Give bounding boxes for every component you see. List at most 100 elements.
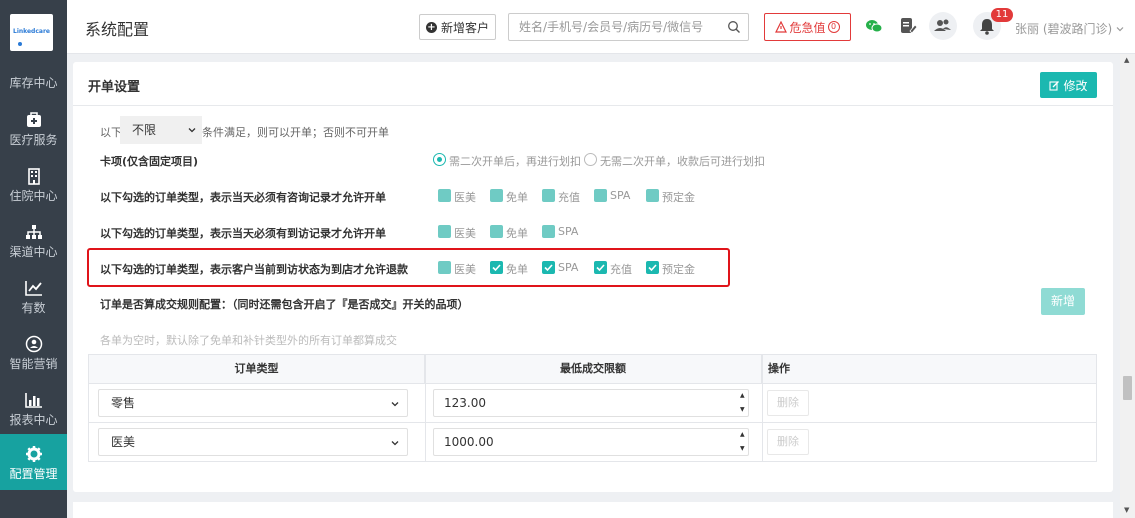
gear-icon xyxy=(25,446,42,462)
column-header-action: 操作 xyxy=(762,355,1096,383)
check-icon xyxy=(648,264,657,272)
spin-down-icon[interactable]: ▼ xyxy=(740,446,746,452)
checkbox-label: 医美 xyxy=(454,263,476,276)
critical-value-label: 危急值 xyxy=(789,20,826,35)
wechat-icon[interactable] xyxy=(862,14,886,38)
new-customer-button[interactable]: + 新增客户 xyxy=(419,14,496,40)
spin-up-icon[interactable]: ▲ xyxy=(740,393,746,399)
limit-suffix: 条件满足，则可以开单；否则不可开单 xyxy=(202,126,389,139)
checkbox-label: 预定金 xyxy=(662,263,695,276)
edit-label: 修改 xyxy=(1063,78,1088,93)
sidebar-item-inpatient[interactable]: 住院中心 xyxy=(0,160,67,216)
order-type-value: 医美 xyxy=(111,435,136,449)
chevron-down-icon xyxy=(188,128,196,133)
plus-icon: + xyxy=(425,21,437,33)
order-type-select[interactable]: 零售 xyxy=(98,389,408,417)
visit-checkbox-miandan[interactable] xyxy=(490,225,503,238)
logo[interactable]: Linkedcare xyxy=(10,14,53,51)
order-type-select[interactable]: 医美 xyxy=(98,428,408,456)
consult-checkbox-spa[interactable] xyxy=(594,189,607,202)
consult-checkbox-chongzhi[interactable] xyxy=(542,189,555,202)
row-divider xyxy=(89,422,1096,423)
consult-checkbox-yudingjin[interactable] xyxy=(646,189,659,202)
checkbox-label: 医美 xyxy=(454,191,476,204)
edit-document-icon[interactable] xyxy=(896,14,920,38)
card-option-2-radio[interactable] xyxy=(584,153,597,166)
refund-checkbox-spa[interactable] xyxy=(542,261,555,274)
building-icon xyxy=(27,168,40,185)
logo-dot xyxy=(18,42,22,46)
order-type-value: 零售 xyxy=(111,396,136,410)
min-amount-value: 1000.00 xyxy=(444,435,494,449)
sidebar-item-marketing[interactable]: 智能营销 xyxy=(0,328,67,384)
search-box xyxy=(508,13,749,41)
column-header-order-type: 订单类型 xyxy=(89,355,425,383)
spin-up-icon[interactable]: ▲ xyxy=(740,432,746,438)
next-panel xyxy=(73,502,1113,518)
search-input[interactable] xyxy=(509,14,721,40)
critical-value-button[interactable]: 危急值 0 xyxy=(764,13,851,41)
edit-button[interactable]: 修改 xyxy=(1040,72,1097,98)
sidebar-item-youshu[interactable]: 有数 xyxy=(0,272,67,328)
notification-badge: 11 xyxy=(991,8,1013,22)
logo-text: Linkedcare xyxy=(13,28,50,35)
limit-prefix: 以下 xyxy=(100,126,122,139)
row-divider xyxy=(89,383,1096,384)
divider xyxy=(73,105,1113,106)
sitemap-icon xyxy=(25,225,42,239)
delete-button[interactable]: 删除 xyxy=(767,390,809,416)
new-customer-label: 新增客户 xyxy=(440,20,489,35)
medical-kit-icon xyxy=(26,112,41,127)
column-divider xyxy=(425,355,426,461)
visit-checkbox-spa[interactable] xyxy=(542,225,555,238)
top-header: 系统配置 + 新增客户 危急值 0 11 张丽 (碧波路门诊) xyxy=(67,0,1135,54)
consult-record-label: 以下勾选的订单类型，表示当天必须有咨询记录才允许开单 xyxy=(100,191,386,204)
sidebar-item-medical[interactable]: 医疗服务 xyxy=(0,104,67,160)
deal-rule-table: 订单类型 最低成交限额 操作 零售 123.00 ▲ ▼ 删除 医美 1000.… xyxy=(88,354,1097,462)
warning-icon xyxy=(775,21,788,33)
checkbox-label: 免单 xyxy=(506,263,528,276)
checkbox-label: 预定金 xyxy=(662,191,695,204)
min-amount-input[interactable]: 123.00 ▲ ▼ xyxy=(433,389,749,417)
sidebar-item-reports[interactable]: 报表中心 xyxy=(0,384,67,440)
refund-checkbox-chongzhi[interactable] xyxy=(594,261,607,274)
critical-count: 0 xyxy=(827,21,840,33)
contacts-button[interactable] xyxy=(929,12,957,40)
add-rule-button[interactable]: 新增 xyxy=(1041,288,1085,315)
scroll-thumb[interactable] xyxy=(1123,376,1132,400)
bar-chart-icon xyxy=(24,393,42,408)
visit-record-label: 以下勾选的订单类型，表示当天必须有到访记录才允许开单 xyxy=(100,227,386,240)
consult-checkbox-miandan[interactable] xyxy=(490,189,503,202)
edit-icon xyxy=(1049,80,1060,91)
checkbox-label: 医美 xyxy=(454,227,476,240)
card-option-1-radio[interactable] xyxy=(433,153,446,166)
sidebar-item-config[interactable]: 配置管理 xyxy=(0,434,67,490)
page-scrollbar[interactable]: ▲ ▼ xyxy=(1120,54,1135,518)
visit-checkbox-yimei[interactable] xyxy=(438,225,451,238)
condition-limit-select[interactable]: 不限 xyxy=(120,116,202,144)
condition-limit-value: 不限 xyxy=(132,123,157,137)
refund-checkbox-yimei[interactable] xyxy=(438,261,451,274)
column-divider xyxy=(762,355,763,461)
scroll-up-icon[interactable]: ▲ xyxy=(1124,56,1129,64)
checkbox-label: SPA xyxy=(558,225,579,238)
sidebar-item-label: 有数 xyxy=(21,301,46,315)
checkbox-label: SPA xyxy=(558,261,579,274)
delete-button[interactable]: 删除 xyxy=(767,429,809,455)
refund-checkbox-miandan[interactable] xyxy=(490,261,503,274)
refund-checkbox-yudingjin[interactable] xyxy=(646,261,659,274)
check-icon xyxy=(544,264,553,272)
user-menu[interactable]: 张丽 (碧波路门诊) xyxy=(1015,20,1124,37)
deal-rule-hint: 各单为空时，默认除了免单和补针类型外的所有订单都算成交 xyxy=(100,334,397,347)
consult-checkbox-yimei[interactable] xyxy=(438,189,451,202)
sidebar-item-channel[interactable]: 渠道中心 xyxy=(0,216,67,272)
sidebar-item-label: 报表中心 xyxy=(9,413,58,427)
min-amount-input[interactable]: 1000.00 ▲ ▼ xyxy=(433,428,749,456)
search-icon[interactable] xyxy=(727,20,741,34)
check-icon xyxy=(596,264,605,272)
checkbox-label: 充值 xyxy=(558,191,580,204)
spin-down-icon[interactable]: ▼ xyxy=(740,407,746,413)
checkbox-label: 充值 xyxy=(610,263,632,276)
scroll-down-icon[interactable]: ▼ xyxy=(1124,506,1129,514)
sidebar: Linkedcare 库存中心 医疗服务 住院中心 渠道中心 有数 智能营销 报… xyxy=(0,0,67,518)
